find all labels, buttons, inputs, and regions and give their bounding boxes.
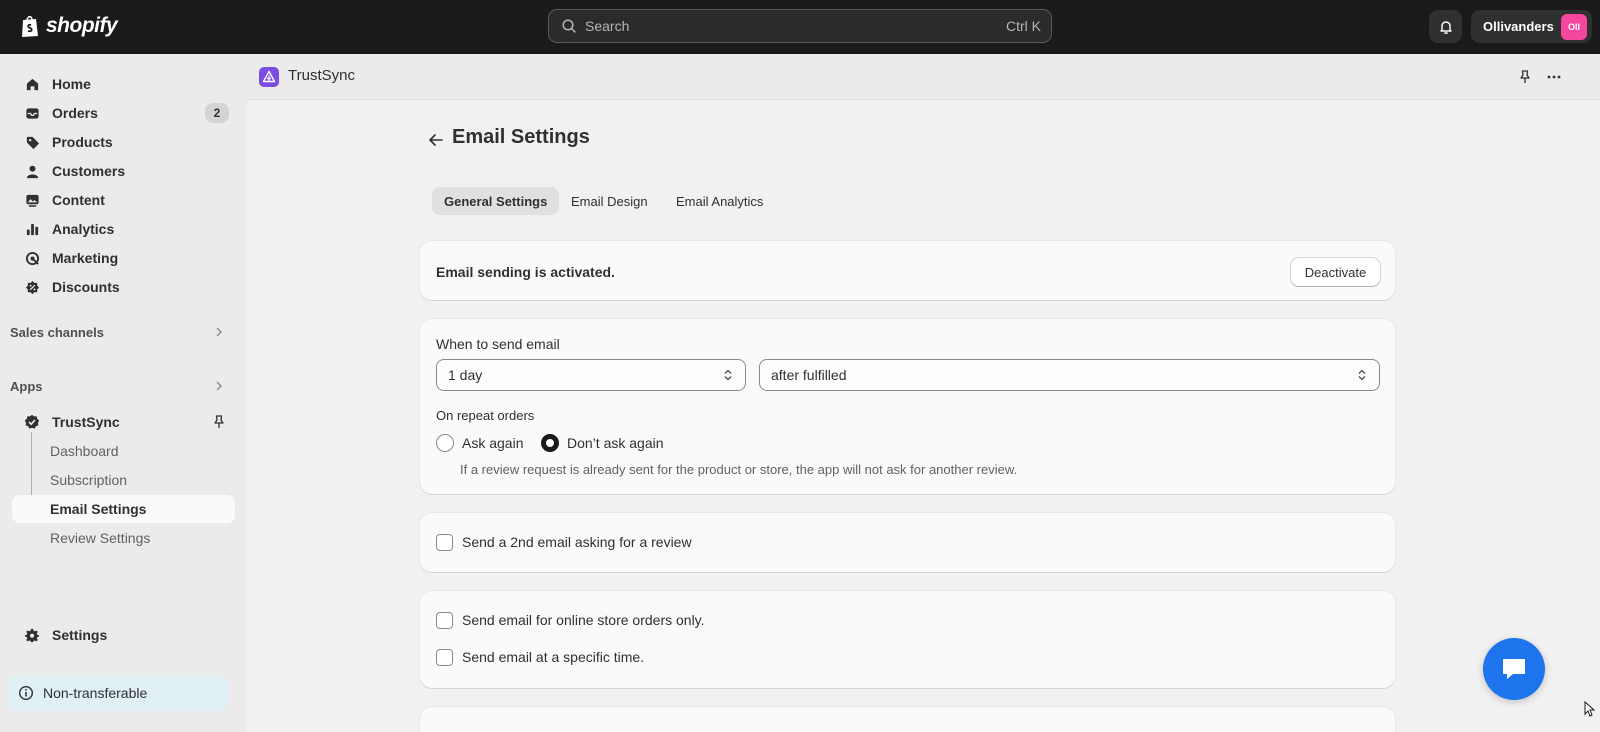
store-name: Ollivanders [1483,19,1554,34]
sidebar-item-label: Orders [52,105,98,121]
orders-icon [24,105,40,121]
chat-support-button[interactable] [1483,638,1545,700]
sidebar-subitem-review-settings[interactable]: Review Settings [12,524,235,552]
dont-ask-again-label[interactable]: Don’t ask again [567,435,664,451]
sidebar-item-content[interactable]: Content [12,186,235,214]
sidebar-item-label: Products [52,134,113,150]
sidebar-item-trustsync[interactable]: TrustSync [12,408,235,436]
sidebar-item-home[interactable]: Home [12,70,235,98]
send-timing-card: When to send email 1 day after fulfilled… [420,319,1395,494]
sales-channels-heading: Sales channels [10,324,104,340]
trustsync-app-icon [259,67,279,87]
sidebar-subitem-subscription[interactable]: Subscription [12,466,235,494]
avatar: Oll [1561,13,1587,40]
discount-icon [24,279,40,295]
pin-icon[interactable] [1517,69,1533,85]
second-email-checkbox[interactable] [436,534,453,551]
target-icon [24,250,40,266]
send-options-card: Send email for online store orders only.… [420,591,1395,688]
info-icon [18,685,34,701]
non-transferable-label: Non-transferable [43,685,148,701]
bar-chart-icon [24,221,40,237]
back-arrow-icon[interactable] [426,130,446,150]
non-transferable-notice[interactable]: Non-transferable [8,675,228,711]
tag-icon [24,134,40,150]
sidebar-item-analytics[interactable]: Analytics [12,215,235,243]
dont-ask-again-radio[interactable] [541,434,559,452]
home-icon [24,76,40,92]
mouse-cursor-icon [1584,701,1596,717]
trustsync-badge-icon [24,414,40,430]
trigger-select-value: after fulfilled [771,367,847,383]
sidebar-item-products[interactable]: Products [12,128,235,156]
email-status-card: Email sending is activated. Deactivate [420,241,1395,300]
online-only-label[interactable]: Send email for online store orders only. [462,612,705,628]
ask-again-radio[interactable] [436,434,454,452]
search-bar[interactable]: Search Ctrl K [548,9,1052,43]
online-only-checkbox[interactable] [436,612,453,629]
sidebar-item-orders[interactable]: Orders 2 [12,99,235,127]
sidebar: Home Orders 2 Products Customers Content… [0,54,247,732]
email-status-text: Email sending is activated. [436,264,615,280]
chevron-right-icon [216,381,222,391]
when-to-send-label: When to send email [436,336,560,352]
shopify-logo[interactable]: shopify [20,12,118,40]
second-email-label[interactable]: Send a 2nd email asking for a review [462,534,692,550]
select-arrows-icon [724,369,732,381]
sidebar-item-label: Discounts [52,279,120,295]
chevron-right-icon [216,327,222,337]
specific-time-checkbox[interactable] [436,649,453,666]
trigger-select[interactable]: after fulfilled [759,359,1380,391]
shopify-bag-icon [22,15,38,37]
sidebar-subitem-email-settings[interactable]: Email Settings [12,495,235,523]
delay-select[interactable]: 1 day [436,359,746,391]
select-arrows-icon [1358,369,1366,381]
content-icon [24,192,40,208]
search-icon [562,19,576,33]
search-shortcut: Ctrl K [1006,18,1041,34]
gear-icon [24,627,40,643]
repeat-orders-help: If a review request is already sent for … [460,462,1018,477]
orders-count-badge: 2 [205,103,229,123]
second-email-card: Send a 2nd email asking for a review [420,513,1395,572]
pin-icon[interactable] [211,414,227,430]
sidebar-item-label: Marketing [52,250,119,266]
chat-icon [1503,659,1525,679]
sidebar-item-discounts[interactable]: Discounts [12,273,235,301]
sidebar-item-marketing[interactable]: Marketing [12,244,235,272]
apps-heading: Apps [10,378,43,394]
ask-again-label[interactable]: Ask again [462,435,523,451]
sidebar-item-label: Analytics [52,221,115,237]
search-placeholder: Search [585,18,630,34]
person-icon [24,163,40,179]
delay-select-value: 1 day [448,367,483,383]
page-title: Email Settings [452,126,590,148]
apps-section[interactable]: Apps [10,374,235,398]
repeat-orders-label: On repeat orders [436,408,535,423]
sales-channels-section[interactable]: Sales channels [10,320,235,344]
sidebar-subitem-dashboard[interactable]: Dashboard [12,437,235,465]
tab-email-analytics[interactable]: Email Analytics [664,187,775,215]
tab-email-design[interactable]: Email Design [559,187,660,215]
deactivate-button[interactable]: Deactivate [1291,258,1380,286]
sidebar-item-settings[interactable]: Settings [12,621,235,649]
app-title: TrustSync [288,67,355,84]
tab-general-settings[interactable]: General Settings [432,187,560,215]
specific-time-label[interactable]: Send email at a specific time. [462,649,644,665]
bell-icon [1439,20,1452,34]
next-settings-card [420,707,1395,732]
top-bar: shopify Search Ctrl K Ollivanders Oll [0,0,1600,54]
sidebar-item-label: Settings [52,627,108,643]
more-options-icon[interactable] [1546,69,1562,85]
sidebar-item-label: TrustSync [52,414,120,430]
shopify-wordmark: shopify [46,14,118,37]
notifications-button[interactable] [1429,10,1462,43]
store-menu-button[interactable]: Ollivanders Oll [1471,10,1592,43]
app-header: TrustSync [247,54,1600,100]
sidebar-item-label: Content [52,192,105,208]
sidebar-item-customers[interactable]: Customers [12,157,235,185]
sidebar-item-label: Home [52,76,91,92]
sidebar-item-label: Customers [52,163,126,179]
